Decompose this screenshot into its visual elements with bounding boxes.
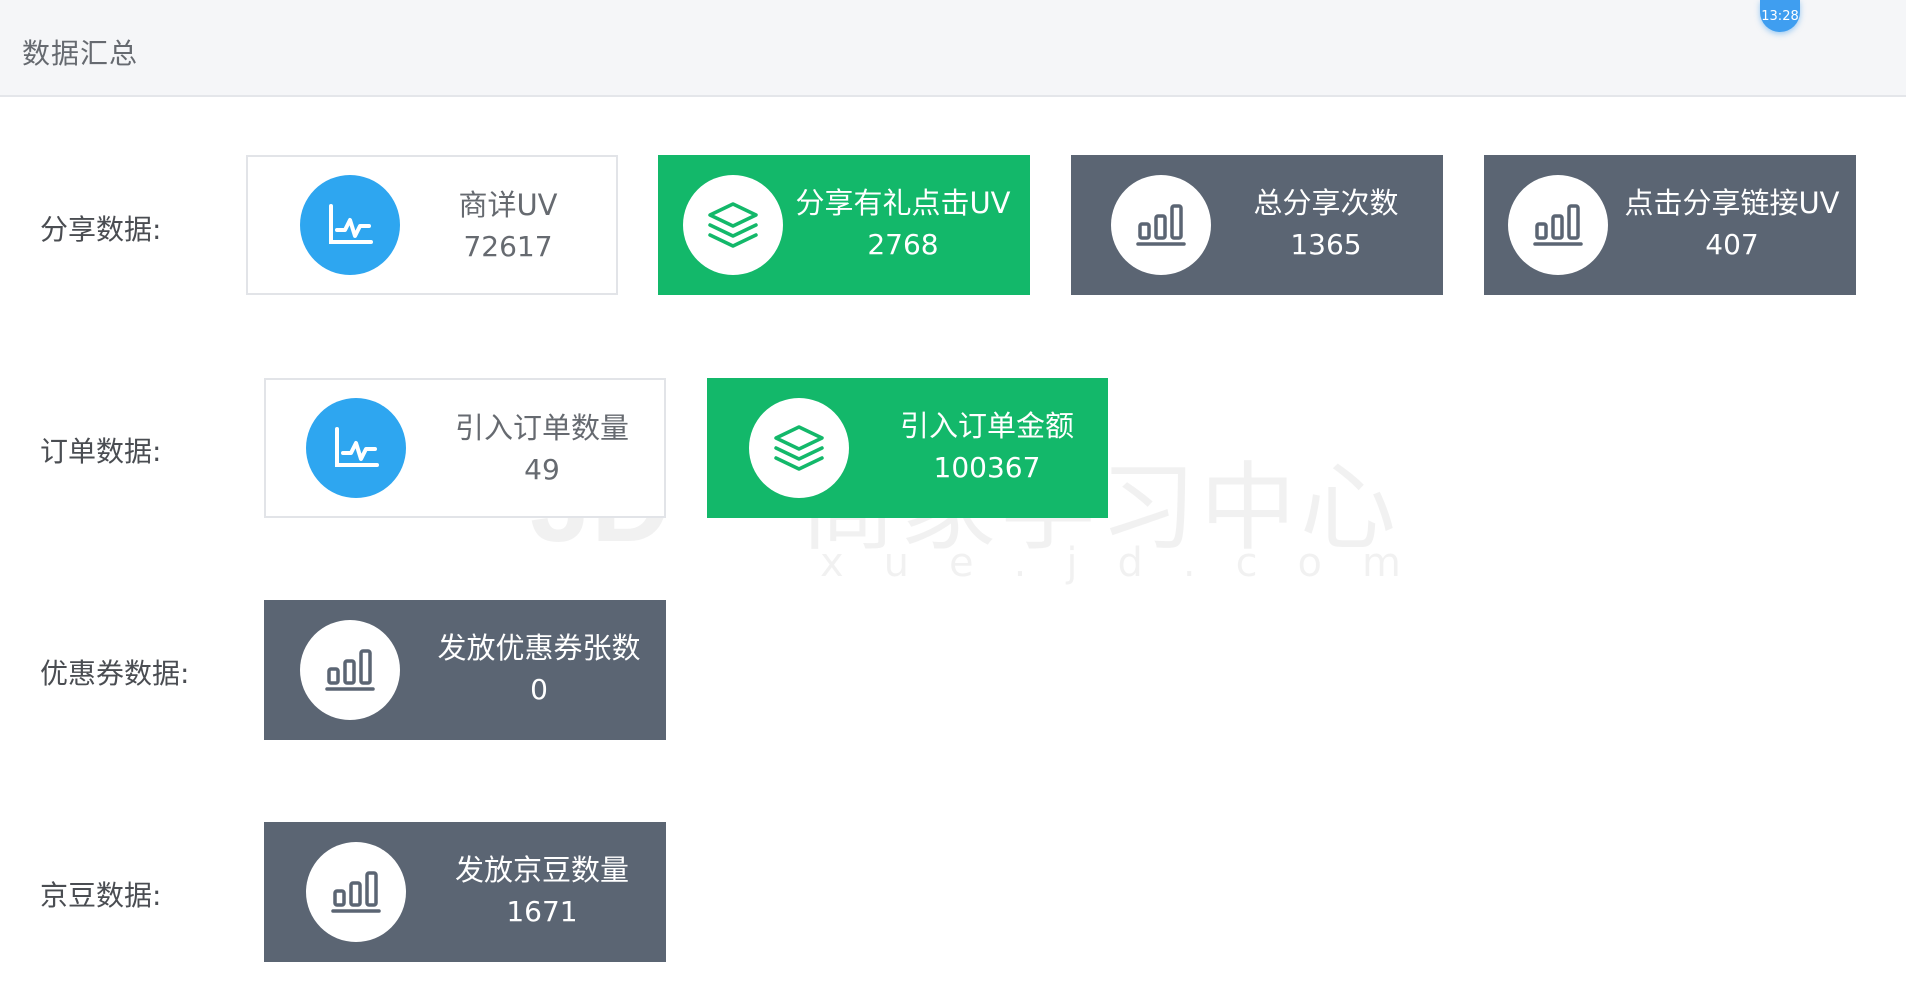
- stat-card-value: 0: [530, 673, 548, 706]
- watermark-url: xue.jd.com: [820, 540, 1441, 586]
- page-title: 数据汇总: [22, 37, 139, 70]
- stat-card-title: 点击分享链接UV: [1624, 186, 1840, 220]
- stat-card-title: 发放优惠券张数: [437, 631, 641, 665]
- bar-chart-icon: [300, 620, 400, 720]
- stat-card-title: 分享有礼点击UV: [795, 186, 1011, 220]
- page-header: 数据汇总 13:28: [0, 0, 1906, 97]
- stat-card-value: 1365: [1290, 228, 1362, 261]
- order-data-label: 订单数据:: [40, 435, 162, 468]
- stat-card-value: 2768: [867, 228, 939, 261]
- stat-card-share-link-uv[interactable]: 点击分享链接UV 407: [1484, 155, 1856, 295]
- stat-card-value: 49: [524, 453, 560, 486]
- stat-card-title: 商详UV: [458, 188, 558, 222]
- stat-card-value: 407: [1705, 228, 1759, 261]
- stat-card-share-gift-uv[interactable]: 分享有礼点击UV 2768: [658, 155, 1030, 295]
- layers-icon: [749, 398, 849, 498]
- stat-card-order-amount[interactable]: 引入订单金额 100367: [707, 378, 1108, 518]
- stat-card-value: 72617: [463, 230, 553, 263]
- line-chart-icon: [306, 398, 406, 498]
- bar-chart-icon: [1508, 175, 1608, 275]
- stat-card-coupons-issued[interactable]: 发放优惠券张数 0: [264, 600, 666, 740]
- time-badge: 13:28: [1760, 0, 1800, 32]
- bar-chart-icon: [306, 842, 406, 942]
- share-data-label: 分享数据:: [40, 213, 162, 246]
- stat-card-total-shares[interactable]: 总分享次数 1365: [1071, 155, 1443, 295]
- line-chart-icon: [300, 175, 400, 275]
- stat-card-title: 总分享次数: [1253, 186, 1399, 220]
- stat-card-value: 1671: [506, 895, 578, 928]
- stat-card-order-count[interactable]: 引入订单数量 49: [264, 378, 666, 518]
- stat-card-title: 发放京豆数量: [454, 853, 629, 887]
- stat-card-title: 引入订单数量: [454, 411, 629, 445]
- stat-card-value: 100367: [933, 451, 1041, 484]
- stat-card-beans-issued[interactable]: 发放京豆数量 1671: [264, 822, 666, 962]
- bar-chart-icon: [1111, 175, 1211, 275]
- bean-data-label: 京豆数据:: [40, 879, 162, 912]
- layers-icon: [683, 175, 783, 275]
- data-summary-page: 数据汇总 13:28 JD 商家学习中心 xue.jd.com 分享数据: 商详…: [0, 0, 1906, 994]
- stat-card-detail-uv[interactable]: 商详UV 72617: [246, 155, 618, 295]
- stat-card-title: 引入订单金额: [899, 409, 1074, 443]
- coupon-data-label: 优惠券数据:: [40, 657, 190, 690]
